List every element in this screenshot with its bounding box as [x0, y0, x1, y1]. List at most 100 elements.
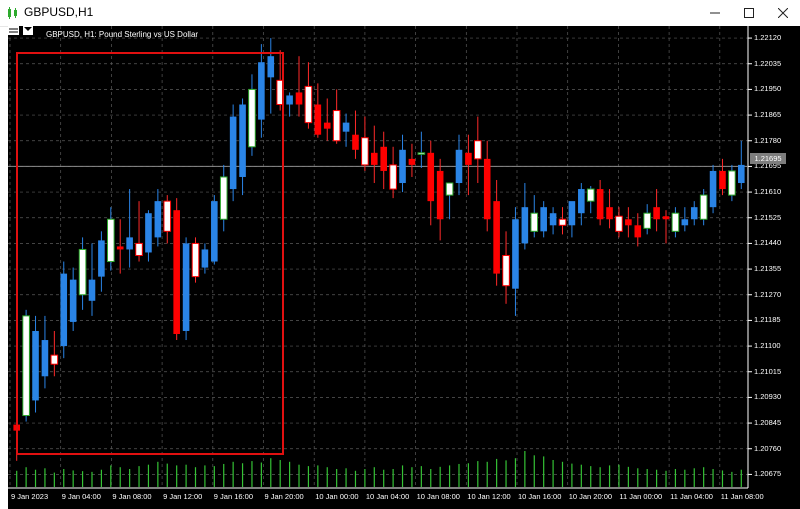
minimize-icon [710, 12, 720, 14]
candle-body [286, 95, 293, 105]
candle-body [267, 56, 275, 78]
time-label: 10 Jan 00:00 [315, 492, 359, 501]
candle-body [98, 240, 105, 277]
candle-body [361, 137, 369, 166]
time-label: 9 Jan 20:00 [264, 492, 304, 501]
price-chart[interactable] [8, 26, 800, 509]
candle-body [465, 152, 472, 165]
price-label: 1.21100 [754, 341, 781, 351]
candle-body [596, 189, 604, 220]
time-label: 10 Jan 12:00 [467, 492, 511, 501]
chart-area[interactable]: GBPUSD, H1: Pound Sterling vs US Dollar … [8, 26, 800, 509]
price-label: 1.21015 [754, 366, 782, 376]
close-button[interactable] [766, 0, 800, 26]
time-label: 9 Jan 08:00 [112, 492, 152, 501]
candle-body [116, 246, 124, 250]
price-label: 1.21270 [754, 289, 782, 299]
candle-body [332, 110, 341, 142]
time-label: 10 Jan 04:00 [365, 492, 410, 501]
time-label: 11 Jan 04:00 [670, 492, 713, 501]
candle-body [60, 273, 68, 347]
time-label: 10 Jan 08:00 [416, 492, 460, 501]
candle-body [445, 182, 454, 196]
candle-body [135, 242, 143, 256]
candle-body [521, 207, 529, 244]
candle-body [558, 218, 567, 226]
candle-body [22, 315, 30, 417]
maximize-button[interactable] [732, 0, 766, 26]
candle-body [211, 201, 218, 262]
candle-body [512, 219, 519, 289]
candle-body [728, 170, 736, 196]
candle-body [586, 188, 595, 202]
price-label: 1.20845 [754, 418, 782, 428]
candle-body [719, 170, 726, 190]
candle-body [662, 216, 670, 220]
candle-body [455, 149, 463, 184]
price-label: 1.21525 [754, 212, 782, 222]
candle-body [173, 210, 180, 334]
minimize-button[interactable] [698, 0, 732, 26]
candle-body [50, 354, 59, 365]
price-label: 1.21440 [754, 238, 782, 248]
time-label: 11 Jan 08:00 [720, 492, 764, 501]
candle-body [32, 330, 39, 401]
candle-body [295, 92, 303, 105]
candle-body [304, 85, 313, 124]
current-price-label: 1.21695 [750, 153, 786, 164]
chart-menu-icons[interactable] [8, 26, 36, 36]
candle-body [41, 340, 49, 377]
candle-body [568, 201, 576, 226]
candle-body [625, 219, 632, 226]
candle-body [681, 219, 689, 226]
candle-body [248, 88, 256, 148]
candle-body [634, 225, 642, 238]
close-icon [778, 8, 788, 18]
time-label: 10 Jan 20:00 [568, 492, 613, 501]
time-label: 11 Jan 00:00 [619, 492, 663, 501]
time-label: 10 Jan 16:00 [518, 492, 562, 501]
candle-body [239, 104, 246, 177]
chart-title: GBPUSD, H1: Pound Sterling vs US Dollar [46, 30, 199, 39]
price-label: 1.21610 [754, 187, 782, 197]
candle-body [371, 152, 378, 165]
candle-body [408, 158, 416, 165]
candle-body [78, 248, 87, 296]
candle-body [323, 122, 331, 129]
candle-body [314, 104, 322, 135]
candle-body [671, 212, 680, 232]
candle-body [88, 279, 96, 301]
price-label: 1.21780 [754, 135, 782, 145]
price-label: 1.21355 [754, 264, 782, 274]
window-titlebar: GBPUSD,H1 [0, 0, 800, 27]
candle-body [540, 207, 547, 232]
price-label: 1.22035 [754, 58, 782, 68]
candle-body [615, 215, 623, 232]
price-label: 1.22120 [754, 33, 782, 43]
candle-body [549, 213, 557, 226]
candle-body [163, 200, 172, 232]
candle-body [399, 149, 406, 184]
price-label: 1.21950 [754, 84, 782, 94]
price-label: 1.20675 [754, 469, 782, 479]
candle-body [709, 170, 717, 208]
candle-body [738, 164, 745, 184]
candle-body [201, 249, 209, 268]
candle-body [191, 242, 200, 278]
candle-body [182, 243, 190, 331]
time-label: 9 Jan 04:00 [61, 492, 101, 501]
candle-body [145, 213, 152, 253]
candle-body [493, 201, 500, 274]
candle-body [474, 140, 482, 160]
candle-body [258, 62, 265, 120]
candle-body [427, 152, 435, 202]
candle-body [126, 237, 133, 250]
time-label: 9 Jan 16:00 [213, 492, 253, 501]
candle-body [389, 164, 397, 190]
candlestick-app-icon [8, 7, 17, 19]
time-label: 9 Jan 2023 [11, 492, 49, 501]
window-title: GBPUSD,H1 [24, 5, 94, 19]
price-label: 1.20930 [754, 392, 782, 402]
candle-body [417, 152, 426, 155]
candle-body [502, 254, 510, 287]
